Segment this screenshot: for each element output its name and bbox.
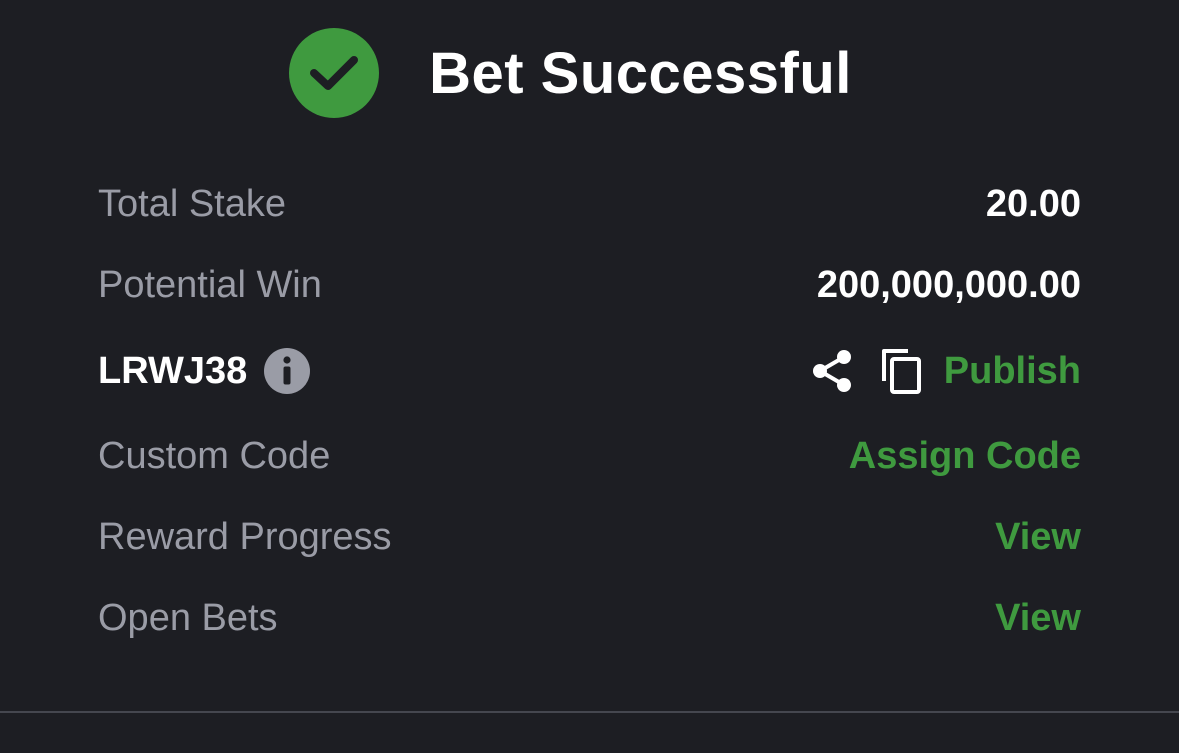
info-icon[interactable] bbox=[263, 347, 311, 395]
publish-button[interactable]: Publish bbox=[944, 350, 1081, 393]
open-bets-label: Open Bets bbox=[98, 596, 278, 639]
check-circle-icon bbox=[289, 28, 380, 118]
assign-code-button[interactable]: Assign Code bbox=[849, 435, 1081, 478]
header: Bet Successful bbox=[0, 26, 1179, 120]
booking-code-row: LRWJ38 Publish bbox=[98, 341, 1081, 401]
open-bets-row: Open Bets View bbox=[98, 588, 1081, 648]
reward-progress-row: Reward Progress View bbox=[98, 507, 1081, 567]
booking-code: LRWJ38 bbox=[98, 349, 248, 392]
total-stake-row: Total Stake 20.00 bbox=[98, 174, 1081, 234]
potential-win-label: Potential Win bbox=[98, 263, 322, 306]
booking-actions: Publish bbox=[810, 347, 1081, 395]
total-stake-label: Total Stake bbox=[98, 182, 286, 225]
custom-code-row: Custom Code Assign Code bbox=[98, 426, 1081, 486]
page-title: Bet Successful bbox=[429, 40, 852, 106]
reward-progress-view-button[interactable]: View bbox=[995, 516, 1081, 559]
copy-icon[interactable] bbox=[880, 347, 922, 395]
reward-progress-label: Reward Progress bbox=[98, 515, 392, 558]
total-stake-value: 20.00 bbox=[985, 182, 1081, 225]
divider bbox=[0, 711, 1179, 713]
potential-win-value: 200,000,000.00 bbox=[816, 263, 1081, 306]
custom-code-label: Custom Code bbox=[98, 434, 331, 477]
share-icon[interactable] bbox=[810, 348, 854, 394]
bet-success-panel: Bet Successful Total Stake 20.00 Potenti… bbox=[0, 0, 1179, 753]
booking-code-group: LRWJ38 bbox=[98, 347, 311, 395]
potential-win-row: Potential Win 200,000,000.00 bbox=[98, 255, 1081, 315]
open-bets-view-button[interactable]: View bbox=[995, 597, 1081, 640]
